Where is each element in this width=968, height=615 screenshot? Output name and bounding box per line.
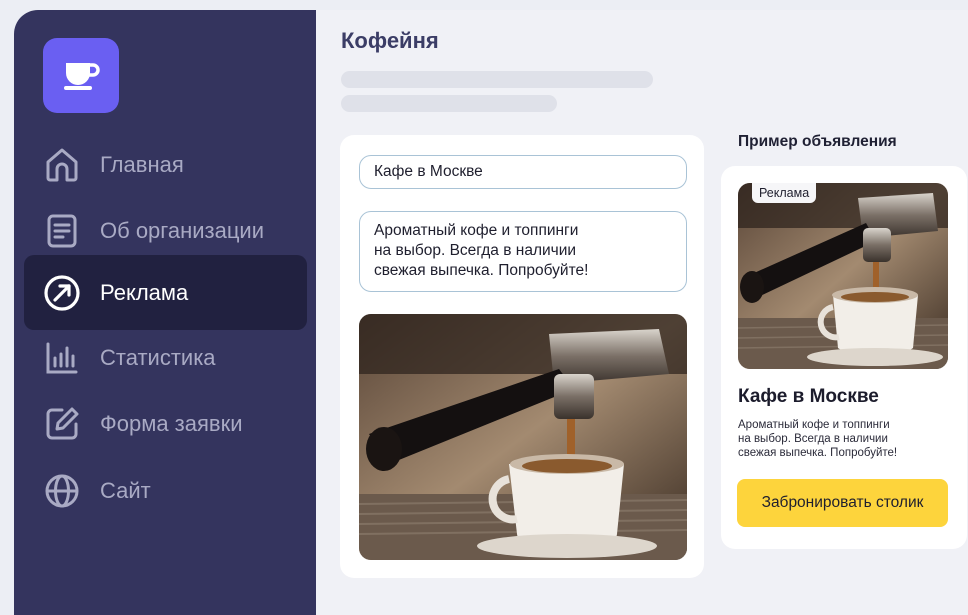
- ad-badge: Реклама: [752, 183, 817, 203]
- sidebar-item-ads[interactable]: Реклама: [24, 255, 307, 330]
- ad-description-input[interactable]: Ароматный кофе и топпинги на выбор. Всег…: [359, 211, 687, 292]
- sidebar-item-label: Форма заявки: [100, 410, 243, 436]
- book-table-button[interactable]: Забронировать столик: [737, 479, 948, 527]
- sidebar-item-label: Реклама: [100, 279, 189, 305]
- coffee-cup-icon: [64, 62, 100, 90]
- ad-editor-card: Кафе в Москве Ароматный кофе и топпинги …: [340, 135, 704, 578]
- sidebar-item-form[interactable]: Форма заявки: [24, 386, 307, 461]
- placeholder-line: [341, 95, 557, 112]
- preview-description: Ароматный кофе и топпинги на выбор. Всег…: [738, 419, 898, 459]
- document-icon: [38, 207, 86, 255]
- preview-coffee-photo: Реклама: [738, 183, 948, 369]
- placeholder-line: [341, 71, 653, 88]
- home-icon: [38, 141, 86, 189]
- sidebar: Главная Об организации Реклама Статистик…: [14, 10, 316, 615]
- page-title: Кофейня: [341, 28, 439, 53]
- globe-icon: [38, 467, 86, 515]
- ad-title-input[interactable]: Кафе в Москве: [359, 155, 687, 189]
- ad-preview-card: Реклама Кафе в Москве Ароматный кофе и т…: [721, 166, 967, 549]
- sidebar-item-label: Главная: [100, 151, 184, 177]
- sidebar-item-label: Об организации: [100, 217, 265, 243]
- preview-heading: Пример объявления: [738, 133, 897, 150]
- sidebar-item-site[interactable]: Сайт: [24, 453, 307, 528]
- coffee-photo[interactable]: [359, 314, 687, 560]
- edit-form-icon: [38, 400, 86, 448]
- arrow-circle-icon: [38, 269, 86, 317]
- sidebar-item-label: Сайт: [100, 477, 151, 503]
- bar-chart-icon: [38, 334, 86, 382]
- sidebar-item-stats[interactable]: Статистика: [24, 320, 307, 395]
- sidebar-item-home[interactable]: Главная: [24, 127, 307, 202]
- app-logo[interactable]: [43, 38, 119, 113]
- sidebar-item-label: Статистика: [100, 344, 216, 370]
- preview-title: Кафе в Москве: [738, 386, 879, 407]
